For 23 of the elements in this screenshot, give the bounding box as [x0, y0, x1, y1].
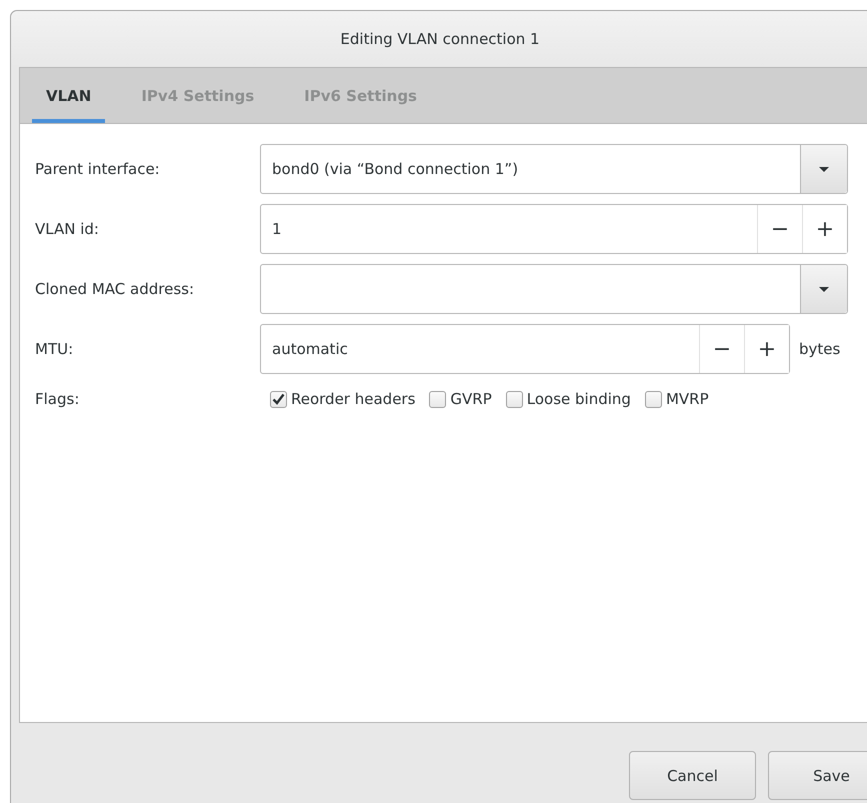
checkbox[interactable]: Loose binding [506, 390, 631, 408]
checkbox[interactable]: GVRP [429, 390, 492, 408]
dropdown-caret-icon [818, 286, 830, 292]
dialog-button[interactable]: Cancel [629, 751, 756, 800]
tab[interactable]: VLAN [32, 68, 106, 123]
field-label: Parent interface: [35, 160, 161, 178]
spin-field[interactable]: 1 − + [260, 204, 848, 254]
window-title: Editing VLAN connection 1 [340, 30, 540, 48]
field-label: VLAN id: [35, 220, 100, 238]
dropdown-caret-icon [818, 166, 830, 172]
field-label: Cloned MAC address: [35, 280, 196, 298]
increment-button[interactable]: + [802, 205, 847, 253]
checkbox[interactable]: Reorder headers [270, 390, 416, 408]
dialog-button[interactable]: Save [768, 751, 867, 800]
checkmark-icon [272, 393, 285, 405]
increment-button[interactable]: + [744, 325, 789, 373]
dropdown-field[interactable]: bond0 (via “Bond connection 1”) [260, 144, 848, 194]
dropdown-field[interactable] [260, 264, 848, 314]
spin-field[interactable]: automatic − + [260, 324, 790, 374]
field-label: Flags: [35, 390, 80, 408]
checkbox[interactable]: MVRP [644, 390, 709, 408]
unit-label: bytes [799, 340, 840, 358]
field-label: MTU: [35, 340, 74, 358]
